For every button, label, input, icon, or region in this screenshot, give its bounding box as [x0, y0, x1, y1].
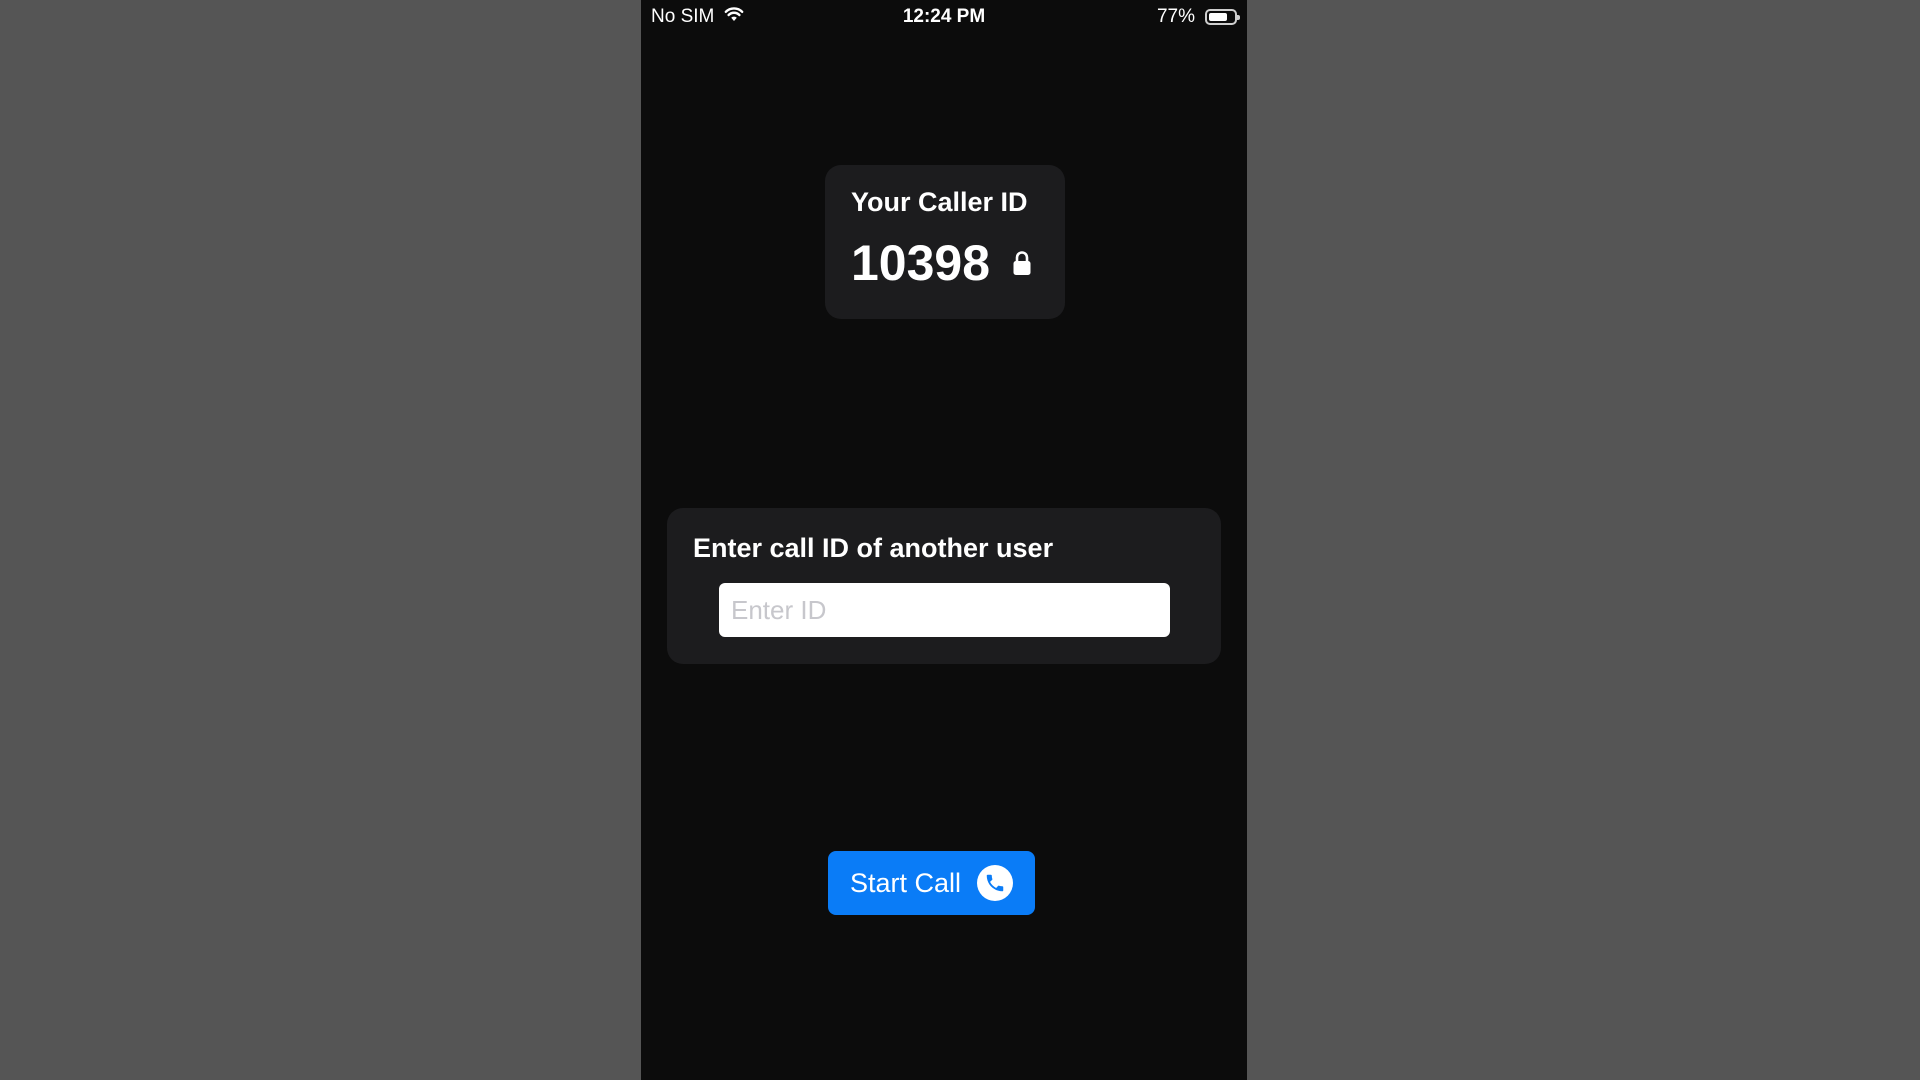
start-call-label: Start Call — [849, 867, 962, 898]
call-id-card: Enter call ID of another user — [667, 508, 1221, 664]
phone-screen: No SIM 12:24 PM 77% Your Caller ID 10398 — [641, 0, 1247, 1080]
phone-icon — [977, 865, 1014, 901]
caller-id-card: Your Caller ID 10398 — [825, 165, 1065, 319]
battery-level-fill — [1209, 13, 1227, 21]
call-id-title: Enter call ID of another user — [693, 533, 1054, 563]
caller-id-number: 10398 — [851, 235, 991, 291]
caller-id-title: Your Caller ID — [851, 187, 1028, 217]
caller-id-row: 10398 — [851, 238, 1065, 288]
start-call-button[interactable]: Start Call — [828, 851, 1035, 915]
battery-tip — [1237, 15, 1240, 20]
call-id-input[interactable] — [719, 583, 1170, 637]
status-right: 77% — [1156, 6, 1240, 28]
battery-percent: 77% — [1156, 6, 1195, 27]
battery-icon — [1205, 9, 1240, 25]
status-bar: No SIM 12:24 PM 77% — [641, 0, 1247, 34]
lock-icon — [1012, 250, 1032, 281]
